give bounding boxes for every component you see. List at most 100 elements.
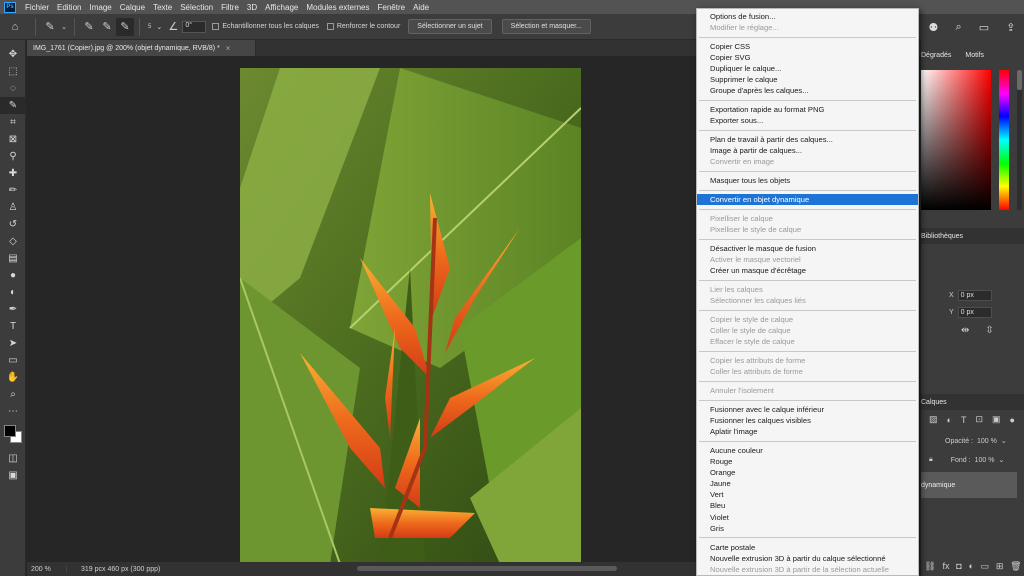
panel-scrollbar[interactable] — [1017, 70, 1022, 210]
context-menu-item[interactable]: Supprimer le calque — [697, 74, 918, 85]
checkbox-box[interactable] — [212, 23, 220, 30]
x-input[interactable]: 0 px — [957, 290, 992, 301]
enhance-edge-checkbox[interactable]: Renforcer le contour — [326, 23, 400, 30]
more-tools-icon[interactable]: ⋯ — [0, 403, 26, 420]
menu-affichage[interactable]: Affichage — [261, 3, 302, 12]
marquee-tool-icon[interactable]: ⬚ — [0, 63, 26, 80]
brush-size-value[interactable]: 5 — [148, 24, 151, 30]
sample-all-layers-checkbox[interactable]: Echantillonner tous les calques — [212, 23, 319, 30]
menu-image[interactable]: Image — [85, 3, 115, 12]
context-menu-item[interactable]: Options de fusion... — [697, 11, 918, 22]
context-menu-item[interactable]: Bleu — [697, 500, 918, 511]
context-menu-item[interactable]: Désactiver le masque de fusion — [697, 243, 918, 254]
group-icon[interactable]: ▭ — [981, 561, 990, 572]
context-menu-item[interactable]: Gris — [697, 523, 918, 534]
context-menu-item[interactable]: Exporter sous... — [697, 115, 918, 126]
crop-tool-icon[interactable]: ⌗ — [0, 114, 26, 131]
photo-canvas[interactable] — [240, 68, 581, 564]
link-layers-icon[interactable]: ⛓ — [924, 561, 935, 572]
horizontal-scrollbar[interactable] — [357, 566, 617, 571]
context-menu-item[interactable]: Aucune couleur — [697, 445, 918, 456]
context-menu-item[interactable]: Carte postale — [697, 542, 918, 553]
filter-smart-object-icon[interactable]: ▣ — [992, 414, 1001, 425]
y-input[interactable]: 0 px — [957, 307, 992, 318]
new-selection-icon[interactable]: ✎ — [80, 18, 98, 36]
menu-3d[interactable]: 3D — [243, 3, 261, 12]
eyedropper-tool-icon[interactable]: ⚲ — [0, 148, 26, 165]
share-export-icon[interactable]: ⇪ — [1006, 21, 1015, 34]
tab-libraries[interactable]: Bibliothèques — [921, 233, 963, 240]
search-icon[interactable]: ⌕ — [955, 21, 961, 34]
context-menu-item[interactable]: Convertir en objet dynamique — [697, 194, 918, 206]
foreground-color-swatch[interactable] — [4, 425, 16, 437]
pen-tool-icon[interactable]: ✒ — [0, 301, 26, 318]
dodge-tool-icon[interactable]: ◐ — [0, 284, 26, 301]
chevron-down-icon[interactable]: ⌄ — [1001, 437, 1007, 445]
home-icon[interactable]: ⌂ — [0, 18, 30, 36]
fill-value[interactable]: 100 % — [975, 457, 995, 464]
layer-style-icon[interactable]: fx — [943, 561, 950, 571]
brush-tool-icon[interactable]: ✏ — [0, 182, 26, 199]
filter-type-icon[interactable]: T — [961, 415, 967, 425]
healing-brush-tool-icon[interactable]: ✚ — [0, 165, 26, 182]
zoom-tool-icon[interactable]: ⌕ — [0, 386, 26, 403]
screen-mode-icon[interactable]: ▣ — [0, 467, 26, 484]
menu-edition[interactable]: Edition — [53, 3, 85, 12]
gradient-tool-icon[interactable]: ▤ — [0, 250, 26, 267]
flip-horizontal-icon[interactable]: ⇹ — [961, 325, 969, 336]
zoom-level[interactable]: 200 % — [27, 565, 67, 573]
context-menu-item[interactable]: Rouge — [697, 456, 918, 467]
layer-row[interactable]: dynamique — [921, 472, 1017, 498]
filter-shape-icon[interactable]: ⊡ — [975, 414, 983, 425]
context-menu-item[interactable]: Masquer tous les objets — [697, 175, 918, 186]
menu-modules-externes[interactable]: Modules externes — [302, 3, 373, 12]
context-menu-item[interactable]: Exportation rapide au format PNG — [697, 104, 918, 115]
menu-filtre[interactable]: Filtre — [217, 3, 243, 12]
close-icon[interactable]: × — [226, 44, 231, 53]
delete-layer-icon[interactable]: 🗑︎ — [1010, 561, 1021, 572]
flip-vertical-icon[interactable]: ⇳ — [985, 325, 993, 336]
move-tool-icon[interactable]: ✥ — [0, 46, 26, 63]
context-menu-item[interactable]: Vert — [697, 489, 918, 500]
menu-selection[interactable]: Sélection — [176, 3, 217, 12]
add-to-selection-icon[interactable]: ✎ — [98, 18, 116, 36]
context-menu-item[interactable]: Aplatir l'image — [697, 426, 918, 437]
menu-texte[interactable]: Texte — [149, 3, 176, 12]
document-tab[interactable]: IMG_1761 (Copier).jpg @ 200% (objet dyna… — [27, 40, 256, 56]
context-menu-item[interactable]: Nouvelle extrusion 3D à partir du calque… — [697, 553, 918, 564]
menu-fenetre[interactable]: Fenêtre — [374, 3, 410, 12]
context-menu-item[interactable]: Créer un masque d'écrêtage — [697, 265, 918, 276]
chevron-down-icon[interactable]: ⌄ — [59, 18, 69, 36]
hand-tool-icon[interactable]: ✋ — [0, 369, 26, 386]
path-selection-tool-icon[interactable]: ➤ — [0, 335, 26, 352]
rectangle-tool-icon[interactable]: ▭ — [0, 352, 26, 369]
clone-stamp-tool-icon[interactable]: ♙ — [0, 199, 26, 216]
new-layer-icon[interactable]: ⊞ — [996, 561, 1004, 572]
history-brush-tool-icon[interactable]: ↺ — [0, 216, 26, 233]
context-menu-item[interactable]: Orange — [697, 467, 918, 478]
adjustment-layer-icon[interactable]: ◐ — [968, 561, 973, 571]
lock-icon[interactable]: 🔒︎ — [929, 456, 933, 464]
workspace-icon[interactable]: ▭ — [979, 21, 989, 34]
share-icon[interactable]: ⚉ — [929, 21, 939, 34]
filter-toggle-icon[interactable]: ● — [1010, 415, 1015, 425]
context-menu-item[interactable]: Plan de travail à partir des calques... — [697, 134, 918, 145]
type-tool-icon[interactable]: T — [0, 318, 26, 335]
context-menu-item[interactable]: Fusionner les calques visibles — [697, 415, 918, 426]
eraser-tool-icon[interactable]: ◇ — [0, 233, 26, 250]
hue-slider[interactable] — [999, 70, 1009, 210]
menu-fichier[interactable]: Fichier — [21, 3, 53, 12]
filter-pixel-icon[interactable]: ▨ — [929, 414, 938, 425]
menu-aide[interactable]: Aide — [409, 3, 433, 12]
chevron-down-icon[interactable]: ⌄ — [998, 456, 1004, 464]
menu-calque[interactable]: Calque — [116, 3, 149, 12]
context-menu-item[interactable]: Image à partir de calques... — [697, 145, 918, 156]
context-menu-item[interactable]: Copier SVG — [697, 52, 918, 63]
angle-input[interactable]: 0° — [182, 20, 207, 33]
document-info[interactable]: 319 pcx 460 px (300 ppp) — [67, 566, 160, 573]
opacity-value[interactable]: 100 % — [977, 438, 997, 445]
context-menu-item[interactable]: Dupliquer le calque... — [697, 63, 918, 74]
context-menu-item[interactable]: Violet — [697, 512, 918, 523]
quick-selection-tool-preset-icon[interactable]: ✎ — [41, 18, 59, 36]
layers-panel-title[interactable]: Calques — [921, 399, 947, 406]
